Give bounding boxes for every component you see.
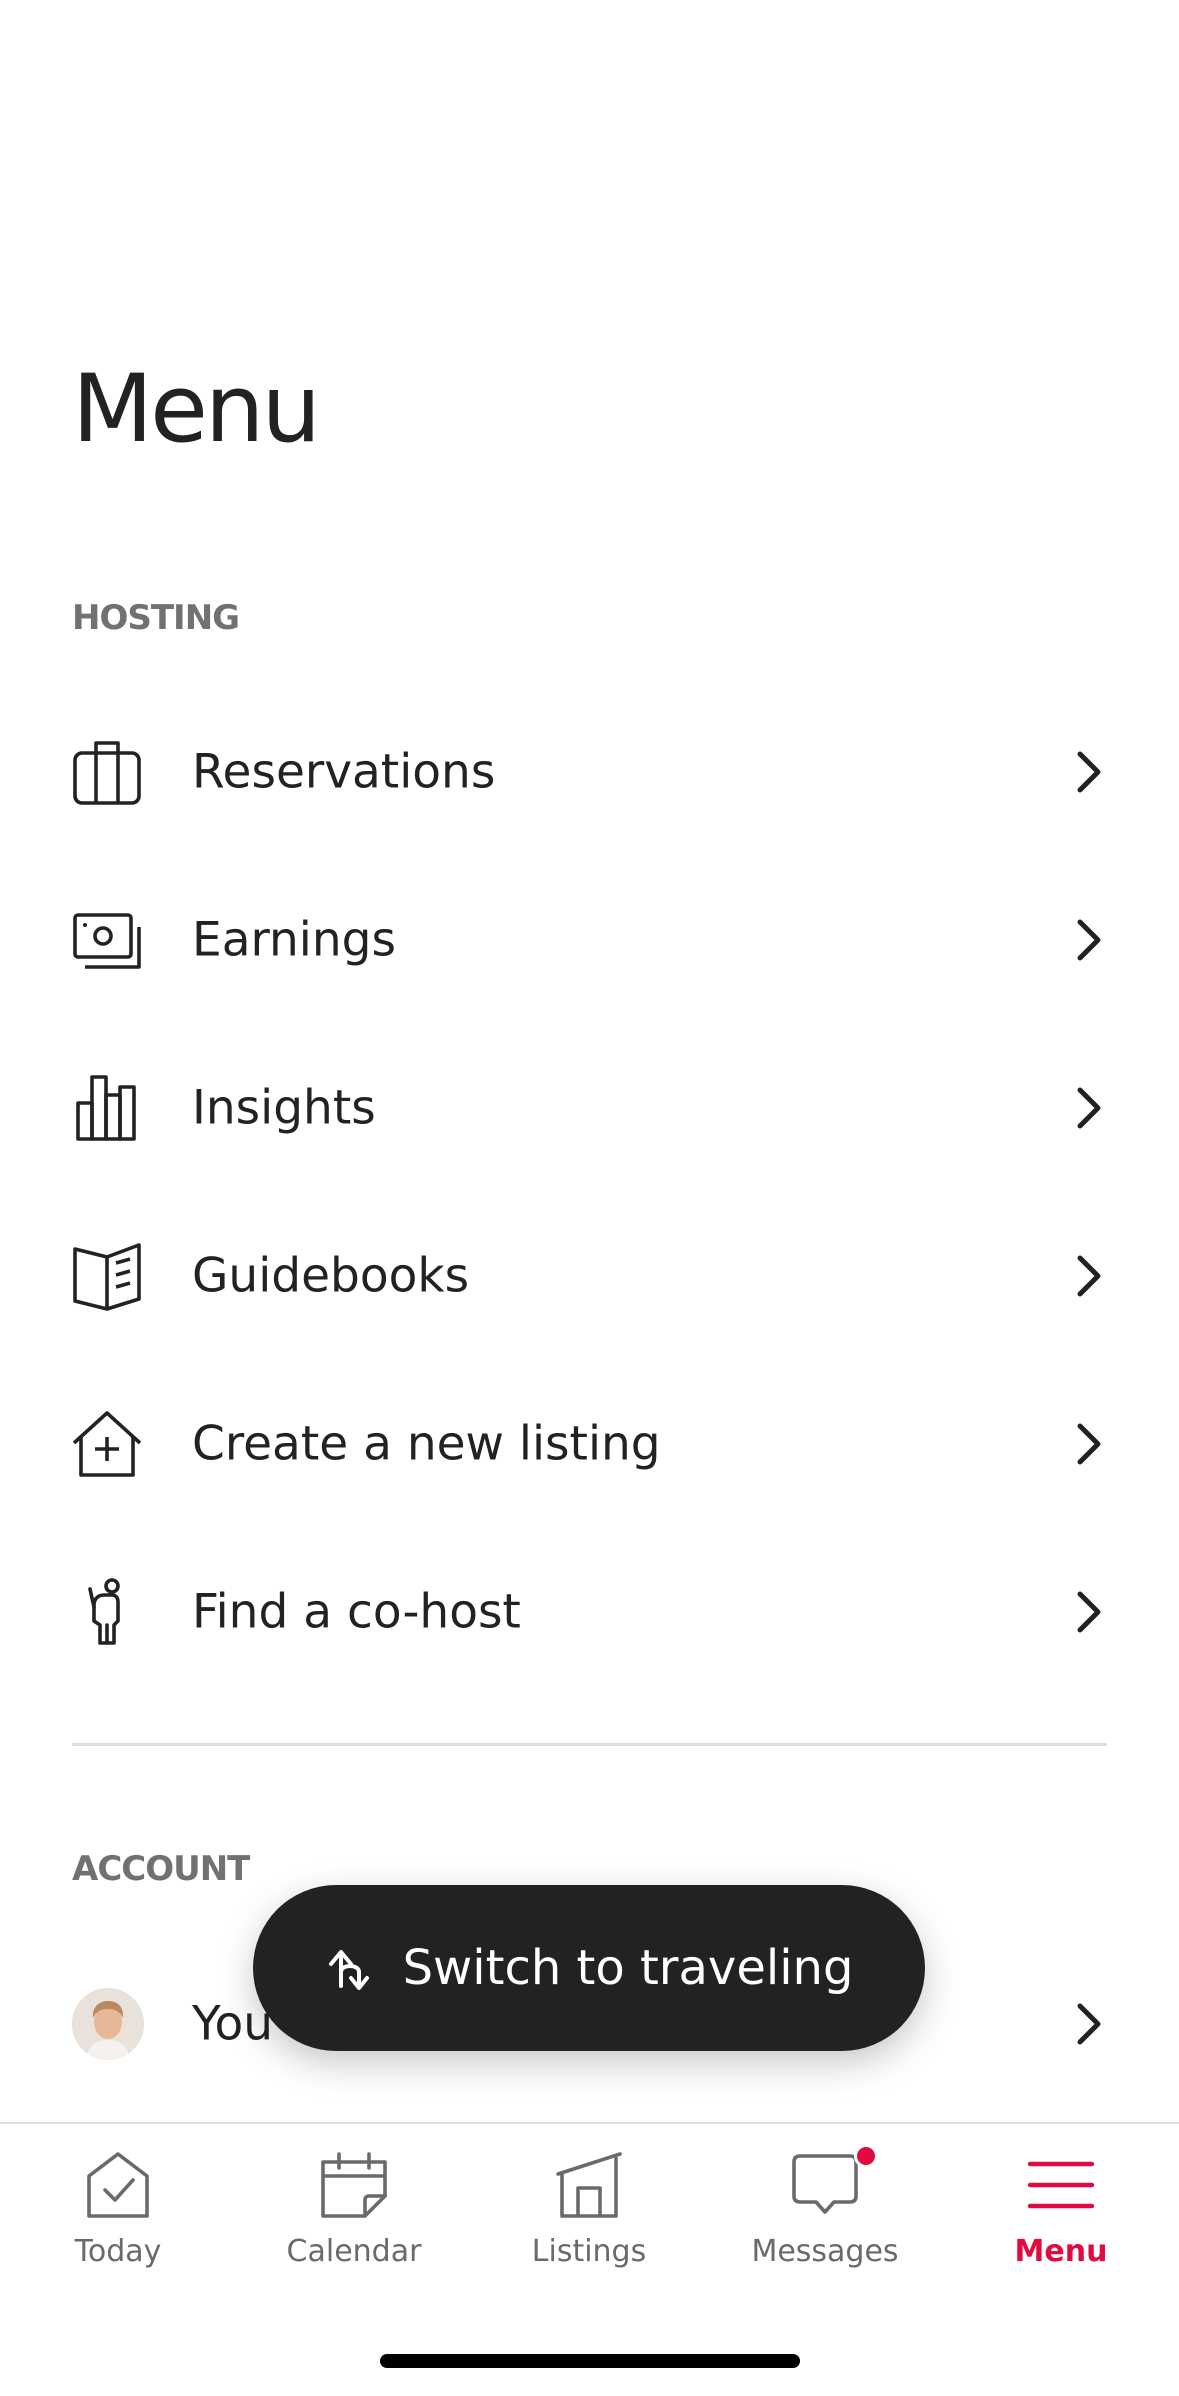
section-header-hosting: HOSTING xyxy=(72,598,240,638)
tab-label: Menu xyxy=(1014,2234,1108,2269)
menu-item-reservations[interactable]: Reservations xyxy=(0,688,1179,856)
money-icon xyxy=(72,905,142,975)
menu-item-label: Find a co-host xyxy=(192,1584,521,1640)
hosting-menu-list: Reservations Earnings Insights Guidebook… xyxy=(0,688,1179,1696)
switch-button-label: Switch to traveling xyxy=(402,1940,854,1996)
chevron-right-icon xyxy=(1068,748,1108,796)
person-icon xyxy=(72,1577,142,1647)
chevron-right-icon xyxy=(1068,1588,1108,1636)
menu-item-find-cohost[interactable]: Find a co-host xyxy=(0,1528,1179,1696)
house-plus-icon xyxy=(72,1409,142,1479)
suitcase-icon xyxy=(72,737,142,807)
tab-label: Today xyxy=(74,2234,162,2269)
hamburger-menu-icon xyxy=(1026,2150,1096,2220)
avatar xyxy=(72,1988,144,2060)
tab-listings[interactable]: Listings xyxy=(471,2150,707,2300)
book-icon xyxy=(72,1241,142,1311)
tab-label: Calendar xyxy=(286,2234,422,2269)
menu-screen: Menu HOSTING Reservations Earnings Insig… xyxy=(0,0,1179,2396)
menu-item-earnings[interactable]: Earnings xyxy=(0,856,1179,1024)
chevron-right-icon xyxy=(1068,916,1108,964)
menu-item-guidebooks[interactable]: Guidebooks xyxy=(0,1192,1179,1360)
calendar-icon xyxy=(319,2150,389,2220)
tab-label: Listings xyxy=(531,2234,647,2269)
chevron-right-icon xyxy=(1068,1084,1108,1132)
chevron-right-icon xyxy=(1068,1420,1108,1468)
menu-item-label: Guidebooks xyxy=(192,1248,470,1304)
bar-chart-icon xyxy=(72,1073,142,1143)
menu-item-label: Reservations xyxy=(192,744,496,800)
tab-menu[interactable]: Menu xyxy=(943,2150,1179,2300)
tab-label: Messages xyxy=(751,2234,899,2269)
tab-messages[interactable]: Messages xyxy=(707,2144,943,2300)
menu-item-label: Insights xyxy=(192,1080,376,1136)
today-check-icon xyxy=(83,2150,153,2220)
menu-item-label: Create a new listing xyxy=(192,1416,661,1472)
section-divider xyxy=(72,1743,1107,1746)
tab-today[interactable]: Today xyxy=(0,2150,236,2300)
page-title: Menu xyxy=(72,355,321,464)
home-indicator[interactable] xyxy=(380,2354,800,2368)
switch-to-traveling-button[interactable]: Switch to traveling xyxy=(253,1885,925,2051)
section-header-account: ACCOUNT xyxy=(72,1849,250,1889)
menu-item-create-listing[interactable]: Create a new listing xyxy=(0,1360,1179,1528)
tab-calendar[interactable]: Calendar xyxy=(236,2150,472,2300)
listings-house-icon xyxy=(554,2150,624,2220)
chevron-right-icon xyxy=(1068,2000,1108,2048)
menu-item-insights[interactable]: Insights xyxy=(0,1024,1179,1192)
chevron-right-icon xyxy=(1068,1252,1108,1300)
menu-item-label: Earnings xyxy=(192,912,396,968)
unread-badge-dot xyxy=(854,2144,878,2168)
switch-arrows-icon xyxy=(325,1942,377,1994)
message-bubble-icon xyxy=(790,2144,878,2220)
